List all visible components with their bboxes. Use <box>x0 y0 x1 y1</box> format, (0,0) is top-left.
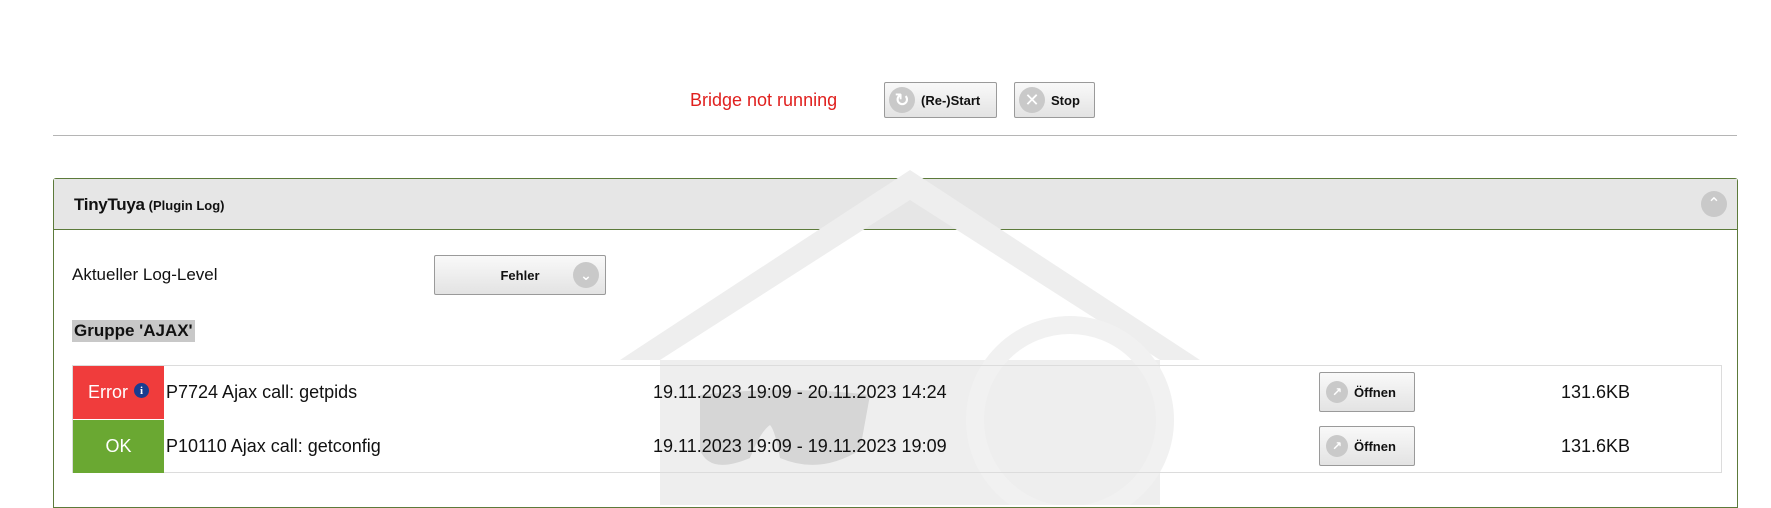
stop-button[interactable]: ✕ Stop <box>1014 82 1095 118</box>
log-row: OK P10110 Ajax call: getconfig 19.11.202… <box>73 420 1721 473</box>
external-link-icon: ↗ <box>1326 435 1348 457</box>
top-bar: Bridge not running ↻ (Re-)Start ✕ Stop <box>0 0 1771 120</box>
chevron-up-icon[interactable]: ⌃ <box>1701 191 1727 217</box>
panel-title: TinyTuya (Plugin Log) <box>74 195 224 215</box>
open-log-button-label: Öffnen <box>1354 438 1396 454</box>
open-log-button-label: Öffnen <box>1354 384 1396 400</box>
chevron-down-icon: ⌄ <box>573 262 599 288</box>
log-time-range: 19.11.2023 19:09 - 19.11.2023 19:09 <box>653 436 947 456</box>
open-log-button[interactable]: ↗ Öffnen <box>1319 426 1415 466</box>
log-level-selected: Fehler <box>500 267 540 283</box>
refresh-icon: ↻ <box>889 87 915 113</box>
stop-button-label: Stop <box>1051 92 1080 108</box>
status-badge-label: Error <box>88 382 128 402</box>
group-title: Gruppe 'AJAX' <box>72 320 195 342</box>
log-level-select[interactable]: Fehler ⌄ <box>434 255 606 295</box>
status-badge-ok: OK <box>73 420 164 473</box>
log-name: P7724 Ajax call: getpids <box>166 382 358 402</box>
restart-button-label: (Re-)Start <box>921 92 981 108</box>
restart-button[interactable]: ↻ (Re-)Start <box>884 82 997 118</box>
log-row: Error i P7724 Ajax call: getpids 19.11.2… <box>73 366 1721 419</box>
external-link-icon: ↗ <box>1326 381 1348 403</box>
status-badge-error: Error i <box>73 366 164 419</box>
panel-title-text: TinyTuya <box>74 195 145 214</box>
log-size: 131.6KB <box>1561 382 1631 402</box>
log-table: Error i P7724 Ajax call: getpids 19.11.2… <box>72 365 1722 473</box>
separator <box>53 135 1737 136</box>
log-time-range: 19.11.2023 19:09 - 20.11.2023 14:24 <box>653 382 947 402</box>
bridge-status-text: Bridge not running <box>690 90 838 110</box>
log-level-label: Aktueller Log-Level <box>72 265 218 284</box>
panel-header[interactable]: TinyTuya (Plugin Log) ⌃ <box>54 179 1737 230</box>
log-size: 131.6KB <box>1561 436 1631 456</box>
info-icon[interactable]: i <box>134 383 149 398</box>
log-name: P10110 Ajax call: getconfig <box>166 436 381 456</box>
open-log-button[interactable]: ↗ Öffnen <box>1319 372 1415 412</box>
close-icon: ✕ <box>1019 87 1045 113</box>
status-badge-label: OK <box>105 436 132 456</box>
panel-subtitle: (Plugin Log) <box>148 198 225 213</box>
